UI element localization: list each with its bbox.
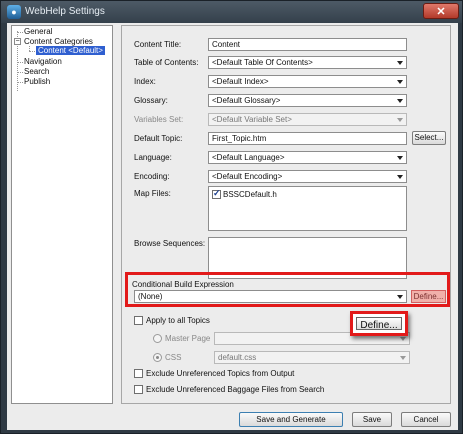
save-button[interactable]: Save <box>352 412 392 427</box>
tree-collapse-icon[interactable]: − <box>14 38 21 45</box>
glossary-select[interactable]: <Default Glossary> <box>208 94 407 107</box>
index-select-value: <Default Index> <box>212 77 269 86</box>
exclude-topics-checkbox[interactable] <box>134 369 143 378</box>
tree-guide-line <box>17 32 23 33</box>
language-label: Language: <box>134 153 172 162</box>
variable-set-select-value: <Default Variable Set> <box>212 115 292 124</box>
css-label: CSS <box>165 353 182 362</box>
toc-select-value: <Default Table Of Contents> <box>212 58 313 67</box>
css-radio[interactable] <box>153 353 162 362</box>
map-file-item-label: BSSCDefault.h <box>223 190 277 199</box>
glossary-select-value: <Default Glossary> <box>212 96 281 105</box>
exclude-baggage-checkbox[interactable] <box>134 385 143 394</box>
map-files-label: Map Files: <box>134 189 171 198</box>
tree-guide-line <box>17 82 23 83</box>
cbe-highlight-frame <box>125 272 450 307</box>
chevron-down-icon <box>397 175 403 179</box>
title-bar: ● WebHelp Settings ✕ <box>1 1 462 23</box>
webhelp-app-icon: ● <box>7 5 21 19</box>
content-title-label: Content Title: <box>134 40 182 49</box>
chevron-down-icon <box>397 156 403 160</box>
css-select[interactable]: default.css <box>214 351 410 364</box>
language-select-value: <Default Language> <box>212 153 285 162</box>
exclude-topics-label: Exclude Unreferenced Topics from Output <box>146 369 295 378</box>
tree-item-general[interactable]: General <box>24 27 52 36</box>
cancel-button[interactable]: Cancel <box>401 412 451 427</box>
dialog-client-area: General − Content Categories Content <De… <box>7 23 458 430</box>
tree-item-navigation[interactable]: Navigation <box>24 57 62 66</box>
default-topic-input[interactable]: First_Topic.htm <box>208 132 407 145</box>
map-file-checkbox[interactable] <box>212 188 221 199</box>
map-files-list[interactable]: BSSCDefault.h <box>208 186 407 231</box>
chevron-down-icon <box>400 356 406 360</box>
language-select[interactable]: <Default Language> <box>208 151 407 164</box>
close-button[interactable]: ✕ <box>423 3 459 19</box>
apply-all-topics-label: Apply to all Topics <box>146 316 210 325</box>
variable-set-select[interactable]: <Default Variable Set> <box>208 113 407 126</box>
master-page-radio[interactable] <box>153 334 162 343</box>
tree-guide-line <box>17 62 23 63</box>
exclude-baggage-label: Exclude Unreferenced Baggage Files from … <box>146 385 325 394</box>
variable-set-label: Variables Set: <box>134 115 184 124</box>
index-select[interactable]: <Default Index> <box>208 75 407 88</box>
encoding-select[interactable]: <Default Encoding> <box>208 170 407 183</box>
glossary-label: Glossary: <box>134 96 168 105</box>
window-title: WebHelp Settings <box>25 6 105 17</box>
encoding-label: Encoding: <box>134 172 170 181</box>
chevron-down-icon <box>397 61 403 65</box>
css-select-value: default.css <box>218 353 257 362</box>
chevron-down-icon <box>400 337 406 341</box>
tree-item-publish[interactable]: Publish <box>24 77 50 86</box>
chevron-down-icon <box>397 99 403 103</box>
encoding-select-value: <Default Encoding> <box>212 172 283 181</box>
apply-all-topics-checkbox[interactable] <box>134 316 143 325</box>
define-callout-frame: Define... <box>350 311 408 336</box>
chevron-down-icon <box>397 80 403 84</box>
toc-select[interactable]: <Default Table Of Contents> <box>208 56 407 69</box>
select-topic-button[interactable]: Select... <box>412 131 446 145</box>
define-callout-button[interactable]: Define... <box>356 317 402 331</box>
tree-guide-line <box>17 72 23 73</box>
webhelp-settings-window: ● WebHelp Settings ✕ General − Content C… <box>0 0 463 434</box>
content-settings-panel: Content Title: Content Table of Contents… <box>121 25 451 404</box>
close-icon: ✕ <box>436 6 446 18</box>
master-page-label: Master Page <box>165 334 211 343</box>
default-topic-label: Default Topic: <box>134 134 183 143</box>
tree-item-content-default[interactable]: Content <Default> <box>36 46 105 55</box>
content-title-input[interactable]: Content <box>208 38 407 51</box>
chevron-down-icon <box>397 118 403 122</box>
tree-item-search[interactable]: Search <box>24 67 49 76</box>
save-and-generate-button[interactable]: Save and Generate <box>239 412 343 427</box>
tree-item-content-categories[interactable]: Content Categories <box>24 37 93 46</box>
browse-sequences-label: Browse Sequences: <box>134 239 206 248</box>
index-label: Index: <box>134 77 156 86</box>
tree-guide-line <box>29 51 35 52</box>
settings-category-tree: General − Content Categories Content <De… <box>11 25 113 404</box>
toc-label: Table of Contents: <box>134 58 199 67</box>
